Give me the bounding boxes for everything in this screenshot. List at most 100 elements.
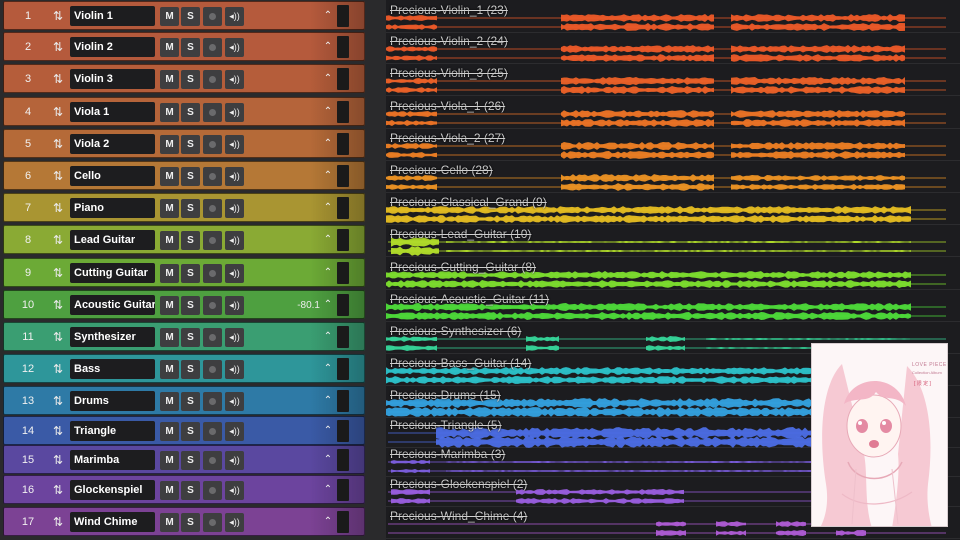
monitor-button[interactable]: ◂)) — [225, 328, 244, 347]
track-header[interactable]: 4 ⇅ Viola 1 M S ◂)) ⌃ — [3, 97, 365, 126]
track-lane[interactable]: Precious-Classical_Grand (9) — [386, 194, 960, 225]
expand-arrows-icon[interactable]: ⌃ — [322, 135, 334, 153]
monitor-button[interactable]: ◂)) — [225, 422, 244, 441]
monitor-button[interactable]: ◂)) — [225, 70, 244, 89]
track-header[interactable]: 2 ⇅ Violin 2 M S ◂)) ⌃ — [3, 32, 365, 61]
expand-arrows-icon[interactable]: ⌃ — [322, 103, 334, 121]
reorder-arrows-icon[interactable]: ⇅ — [50, 515, 66, 529]
mute-button[interactable]: M — [160, 135, 179, 154]
solo-button[interactable]: S — [181, 199, 200, 218]
monitor-button[interactable]: ◂)) — [225, 231, 244, 250]
reorder-arrows-icon[interactable]: ⇅ — [50, 72, 66, 86]
mute-button[interactable]: M — [160, 264, 179, 283]
expand-arrows-icon[interactable]: ⌃ — [322, 392, 334, 410]
track-lane[interactable]: Precious-Viola_1 (26) — [386, 98, 960, 129]
mute-button[interactable]: M — [160, 296, 179, 315]
track-name[interactable]: Glockenspiel — [70, 480, 155, 500]
monitor-button[interactable]: ◂)) — [225, 135, 244, 154]
reorder-arrows-icon[interactable]: ⇅ — [50, 330, 66, 344]
mute-button[interactable]: M — [160, 451, 179, 470]
mute-button[interactable]: M — [160, 422, 179, 441]
reorder-arrows-icon[interactable]: ⇅ — [50, 394, 66, 408]
track-name[interactable]: Violin 3 — [70, 69, 155, 89]
mute-button[interactable]: M — [160, 70, 179, 89]
track-lane[interactable]: Precious-Cutting_Guitar (8) — [386, 259, 960, 290]
solo-button[interactable]: S — [181, 167, 200, 186]
track-name[interactable]: Wind Chime — [70, 512, 155, 532]
track-name[interactable]: Triangle — [70, 421, 155, 441]
track-header[interactable]: 12 ⇅ Bass M S ◂)) ⌃ — [3, 354, 365, 383]
monitor-button[interactable]: ◂)) — [225, 296, 244, 315]
expand-arrows-icon[interactable]: ⌃ — [322, 328, 334, 346]
monitor-button[interactable]: ◂)) — [225, 451, 244, 470]
record-arm-button[interactable] — [203, 199, 222, 218]
solo-button[interactable]: S — [181, 422, 200, 441]
track-lane[interactable]: Precious-Acoustic_Guitar (11) — [386, 291, 960, 322]
solo-button[interactable]: S — [181, 296, 200, 315]
track-header[interactable]: 13 ⇅ Drums M S ◂)) ⌃ — [3, 386, 365, 415]
reorder-arrows-icon[interactable]: ⇅ — [50, 424, 66, 438]
track-header[interactable]: 16 ⇅ Glockenspiel M S ◂)) ⌃ — [3, 475, 365, 504]
record-arm-button[interactable] — [203, 513, 222, 532]
reorder-arrows-icon[interactable]: ⇅ — [50, 40, 66, 54]
track-header[interactable]: 14 ⇅ Triangle M S ◂)) ⌃ — [3, 416, 365, 445]
mute-button[interactable]: M — [160, 231, 179, 250]
track-header[interactable]: 15 ⇅ Marimba M S ◂)) ⌃ — [3, 445, 365, 474]
solo-button[interactable]: S — [181, 392, 200, 411]
monitor-button[interactable]: ◂)) — [225, 199, 244, 218]
solo-button[interactable]: S — [181, 451, 200, 470]
monitor-button[interactable]: ◂)) — [225, 264, 244, 283]
solo-button[interactable]: S — [181, 481, 200, 500]
monitor-button[interactable]: ◂)) — [225, 481, 244, 500]
track-header[interactable]: 6 ⇅ Cello M S ◂)) ⌃ — [3, 161, 365, 190]
monitor-button[interactable]: ◂)) — [225, 360, 244, 379]
record-arm-button[interactable] — [203, 103, 222, 122]
track-name[interactable]: Viola 1 — [70, 102, 155, 122]
mute-button[interactable]: M — [160, 328, 179, 347]
track-header[interactable]: 3 ⇅ Violin 3 M S ◂)) ⌃ — [3, 64, 365, 93]
track-header[interactable]: 10 ⇅ Acoustic Guitar M S ◂)) -80.1 ⌃ — [3, 290, 365, 319]
monitor-button[interactable]: ◂)) — [225, 7, 244, 26]
expand-arrows-icon[interactable]: ⌃ — [322, 70, 334, 88]
reorder-arrows-icon[interactable]: ⇅ — [50, 266, 66, 280]
expand-arrows-icon[interactable]: ⌃ — [322, 264, 334, 282]
solo-button[interactable]: S — [181, 135, 200, 154]
mute-button[interactable]: M — [160, 103, 179, 122]
expand-arrows-icon[interactable]: ⌃ — [322, 451, 334, 469]
track-name[interactable]: Lead Guitar — [70, 230, 155, 250]
monitor-button[interactable]: ◂)) — [225, 513, 244, 532]
record-arm-button[interactable] — [203, 70, 222, 89]
solo-button[interactable]: S — [181, 103, 200, 122]
expand-arrows-icon[interactable]: ⌃ — [322, 360, 334, 378]
track-header[interactable]: 17 ⇅ Wind Chime M S ◂)) ⌃ — [3, 507, 365, 536]
reorder-arrows-icon[interactable]: ⇅ — [50, 483, 66, 497]
track-lane[interactable]: Precious-Violin_1 (23) — [386, 2, 960, 33]
expand-arrows-icon[interactable]: ⌃ — [322, 199, 334, 217]
track-name[interactable]: Violin 1 — [70, 6, 155, 26]
track-lane[interactable]: Precious-Violin_3 (25) — [386, 65, 960, 96]
solo-button[interactable]: S — [181, 513, 200, 532]
record-arm-button[interactable] — [203, 296, 222, 315]
expand-arrows-icon[interactable]: ⌃ — [322, 481, 334, 499]
solo-button[interactable]: S — [181, 360, 200, 379]
expand-arrows-icon[interactable]: ⌃ — [322, 513, 334, 531]
record-arm-button[interactable] — [203, 231, 222, 250]
record-arm-button[interactable] — [203, 7, 222, 26]
mute-button[interactable]: M — [160, 38, 179, 57]
track-lane[interactable]: Precious-Lead_Guitar (10) — [386, 226, 960, 257]
mute-button[interactable]: M — [160, 392, 179, 411]
monitor-button[interactable]: ◂)) — [225, 392, 244, 411]
track-header[interactable]: 9 ⇅ Cutting Guitar M S ◂)) ⌃ — [3, 258, 365, 287]
track-name[interactable]: Drums — [70, 391, 155, 411]
record-arm-button[interactable] — [203, 38, 222, 57]
expand-arrows-icon[interactable]: ⌃ — [322, 38, 334, 56]
solo-button[interactable]: S — [181, 328, 200, 347]
track-name[interactable]: Synthesizer — [70, 327, 155, 347]
track-name[interactable]: Acoustic Guitar — [70, 295, 155, 315]
record-arm-button[interactable] — [203, 135, 222, 154]
mute-button[interactable]: M — [160, 481, 179, 500]
record-arm-button[interactable] — [203, 167, 222, 186]
track-name[interactable]: Cutting Guitar — [70, 263, 155, 283]
reorder-arrows-icon[interactable]: ⇅ — [50, 233, 66, 247]
record-arm-button[interactable] — [203, 392, 222, 411]
